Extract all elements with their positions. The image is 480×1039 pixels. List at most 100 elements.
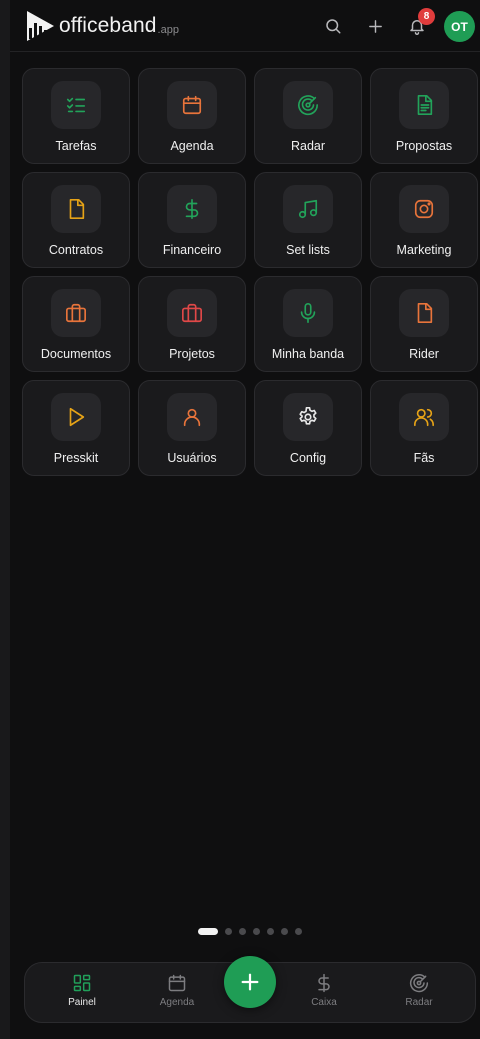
- microphone-icon: [300, 303, 316, 323]
- tile-icon-box: [167, 81, 217, 129]
- create-fab-button[interactable]: [224, 956, 276, 1008]
- tile-fas[interactable]: Fãs: [370, 380, 478, 476]
- tile-projetos[interactable]: Projetos: [138, 276, 246, 372]
- tile-rider[interactable]: Rider: [370, 276, 478, 372]
- nav-caixa[interactable]: Caixa: [289, 973, 359, 1008]
- radar-icon: [409, 974, 429, 993]
- dollar-icon: [185, 199, 199, 219]
- logo-text: officeband: [59, 14, 157, 37]
- tile-icon-box: [283, 289, 333, 337]
- file-text-icon: [417, 95, 433, 115]
- dollar-icon: [318, 973, 330, 993]
- tile-propostas[interactable]: Propostas: [370, 68, 478, 164]
- tile-label: Minha banda: [271, 347, 345, 361]
- tile-icon-box: [283, 393, 333, 441]
- tile-label: Rider: [409, 347, 439, 361]
- radar-icon: [298, 95, 318, 116]
- page-dot[interactable]: [253, 928, 260, 935]
- tile-label: Contratos: [48, 243, 104, 257]
- tile-label: Tarefas: [55, 139, 97, 153]
- page-dot[interactable]: [239, 928, 246, 935]
- tile-icon-box: [399, 289, 449, 337]
- add-button[interactable]: [361, 12, 389, 40]
- tile-label: Documentos: [40, 347, 112, 361]
- avatar[interactable]: OT: [444, 11, 475, 42]
- tile-icon-box: [399, 393, 449, 441]
- plus-icon: [241, 973, 259, 991]
- tile-icon-box: [283, 81, 333, 129]
- briefcase-icon: [182, 303, 202, 323]
- user-icon: [183, 408, 201, 427]
- page-dot[interactable]: [225, 928, 232, 935]
- tile-set-lists[interactable]: Set lists: [254, 172, 362, 268]
- nav-caixa-label: Caixa: [311, 997, 337, 1008]
- nav-radar[interactable]: Radar: [384, 973, 454, 1008]
- tile-radar[interactable]: Radar: [254, 68, 362, 164]
- tile-label: Set lists: [286, 243, 330, 257]
- page-indicator: [198, 928, 302, 935]
- tile-icon-box: [399, 81, 449, 129]
- nav-agenda[interactable]: Agenda: [142, 973, 212, 1008]
- module-grid: Tarefas Agenda Radar Propostas Contratos: [22, 68, 478, 476]
- tile-marketing[interactable]: Marketing: [370, 172, 478, 268]
- tile-usuarios[interactable]: Usuários: [138, 380, 246, 476]
- tile-icon-box: [51, 81, 101, 129]
- page-dot[interactable]: [267, 928, 274, 935]
- tile-label: Financeiro: [162, 243, 222, 257]
- file-icon: [69, 199, 85, 219]
- file-icon: [417, 303, 433, 323]
- nav-radar-label: Radar: [405, 997, 433, 1008]
- left-edge-strip: [0, 0, 10, 1039]
- play-icon: [69, 407, 85, 427]
- list-check-icon: [66, 97, 86, 113]
- dashboard-icon: [73, 974, 91, 992]
- tile-presskit[interactable]: Presskit: [22, 380, 130, 476]
- tile-icon-box: [51, 393, 101, 441]
- tile-label: Usuários: [167, 451, 217, 465]
- page-dot[interactable]: [295, 928, 302, 935]
- page-dot[interactable]: [281, 928, 288, 935]
- tile-label: Agenda: [170, 139, 214, 153]
- notification-badge: 8: [418, 8, 435, 25]
- tile-icon-box: [167, 393, 217, 441]
- logo-mark-icon: [27, 11, 54, 41]
- tile-label: Radar: [290, 139, 326, 153]
- tile-config[interactable]: Config: [254, 380, 362, 476]
- users-icon: [414, 408, 434, 427]
- nav-painel-label: Painel: [68, 997, 96, 1008]
- tile-label: Propostas: [395, 139, 453, 153]
- tile-financeiro[interactable]: Financeiro: [138, 172, 246, 268]
- tile-contratos[interactable]: Contratos: [22, 172, 130, 268]
- logo[interactable]: officeband .app: [24, 8, 179, 44]
- briefcase-icon: [66, 303, 86, 323]
- search-button[interactable]: [319, 12, 347, 40]
- tile-icon-box: [283, 185, 333, 233]
- tile-minha-banda[interactable]: Minha banda: [254, 276, 362, 372]
- tile-icon-box: [167, 289, 217, 337]
- tile-icon-box: [51, 289, 101, 337]
- plus-icon: [368, 19, 382, 33]
- nav-painel[interactable]: Painel: [47, 973, 117, 1008]
- tile-label: Fãs: [413, 451, 435, 465]
- tile-label: Marketing: [396, 243, 452, 257]
- nav-agenda-label: Agenda: [159, 997, 195, 1008]
- tile-label: Projetos: [169, 347, 215, 361]
- tile-icon-box: [399, 185, 449, 233]
- top-header: officeband .app 8 OT: [10, 0, 480, 52]
- music-icon: [298, 199, 318, 219]
- logo-suffix: .app: [157, 23, 179, 36]
- gear-icon: [299, 407, 317, 425]
- tile-icon-box: [51, 185, 101, 233]
- tile-agenda[interactable]: Agenda: [138, 68, 246, 164]
- tile-tarefas[interactable]: Tarefas: [22, 68, 130, 164]
- tile-documentos[interactable]: Documentos: [22, 276, 130, 372]
- calendar-icon: [182, 95, 202, 115]
- instagram-icon: [414, 199, 434, 219]
- tile-icon-box: [167, 185, 217, 233]
- calendar-icon: [168, 974, 186, 992]
- search-icon: [326, 19, 341, 34]
- app-container: officeband .app 8 OT Tarefas Agenda Rada…: [10, 0, 480, 1039]
- tile-label: Config: [289, 451, 327, 465]
- tile-label: Presskit: [53, 451, 99, 465]
- page-dot-active[interactable]: [198, 928, 218, 935]
